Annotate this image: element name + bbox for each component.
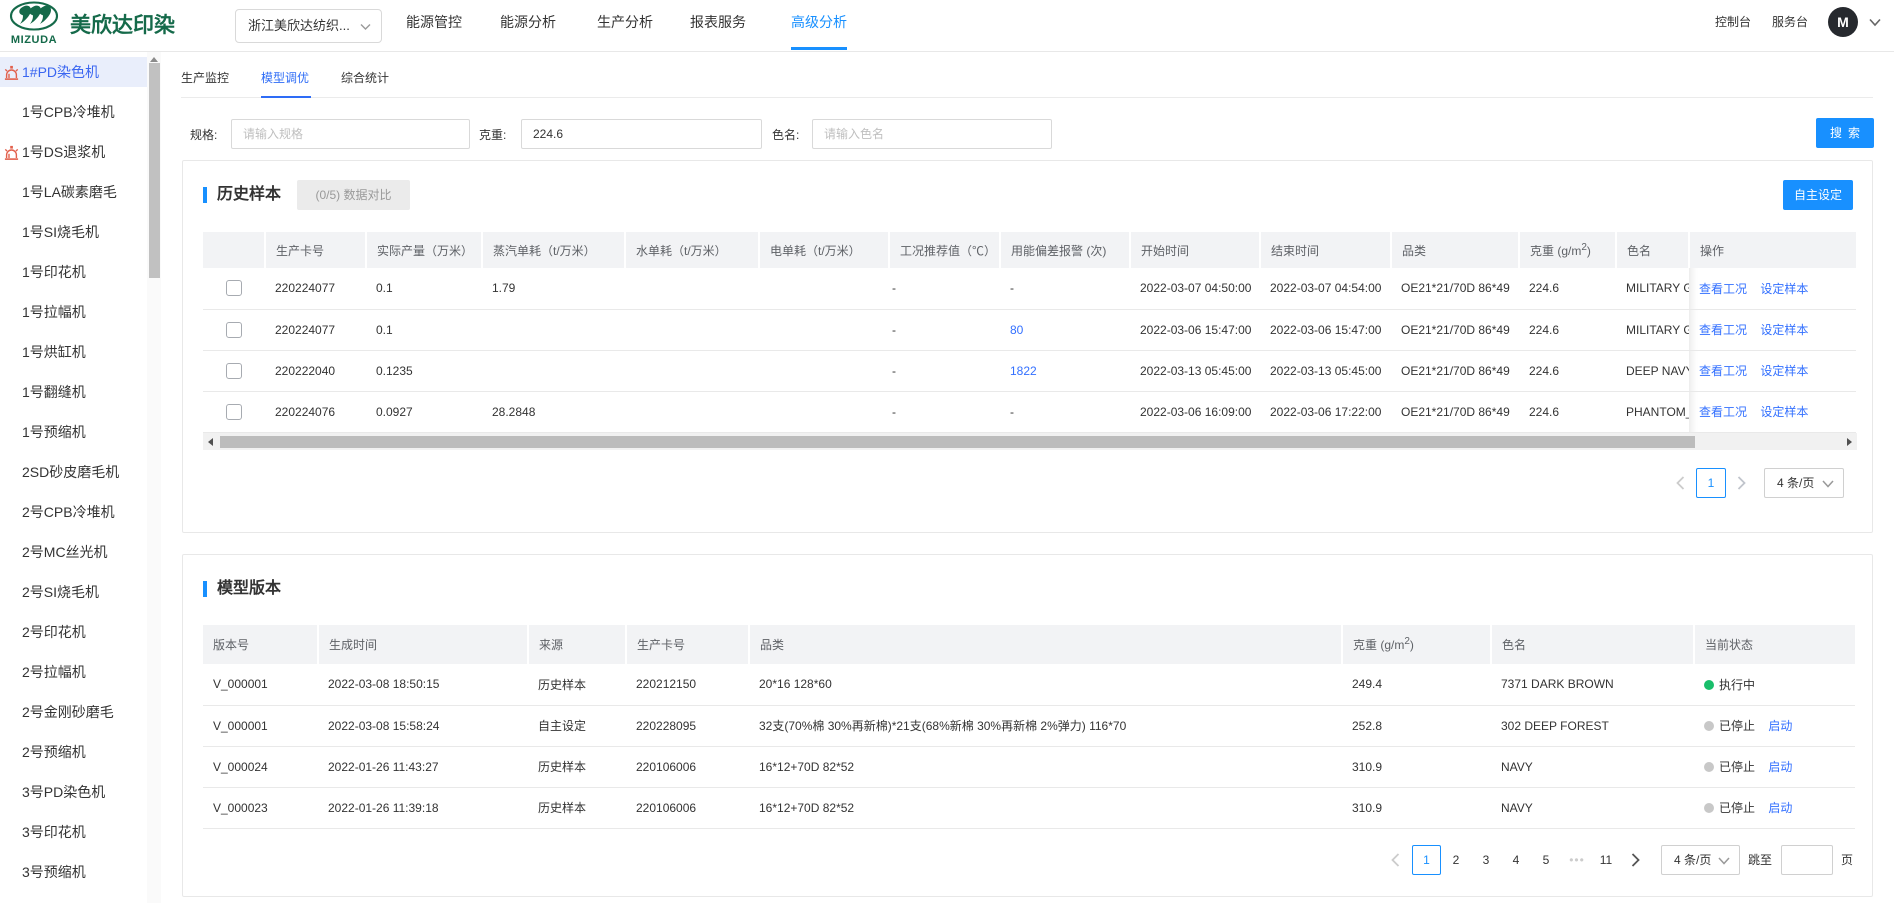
svg-text:MIZUDA: MIZUDA [11, 34, 57, 46]
